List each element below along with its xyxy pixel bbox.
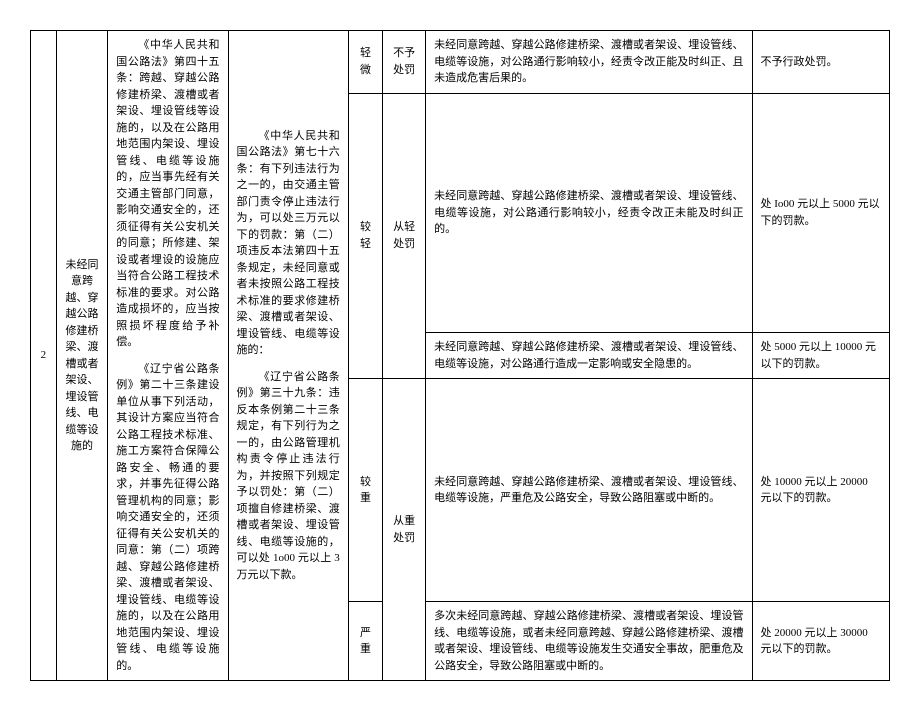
description: 未经同意跨越、穿越公路修建桥梁、渡槽或者架设、埋设管线、电缆等设施，对公路通行影… [426, 93, 752, 333]
penalty-direction: 从重处罚 [383, 379, 426, 681]
penalty-amount: 处 Io00 元以上 5000 元以下的罚款。 [752, 93, 889, 333]
severity-level: 严重 [348, 602, 382, 681]
description: 多次未经同意跨越、穿越公路修建桥梁、渡槽或者架设、埋设管线、电缆等设施，或者未经… [426, 602, 752, 681]
severity-level: 较轻 [348, 93, 382, 379]
law-paragraph-2: 《辽宁省公路条例》第三十九条：违反本条例第二十三条规定，有下列行为之一的，由公路… [237, 369, 340, 584]
penalty-amount: 处 10000 元以上 20000 元以下的罚款。 [752, 379, 889, 602]
basis-paragraph-2: 《辽宁省公路条例》第二十三条建设单位从事下列活动，其设计方案应当符合公路工程技术… [116, 361, 219, 675]
description: 未经同意跨越、穿越公路修建桥梁、渡槽或者架设、埋设管线、电缆等设施，对公路通行造… [426, 333, 752, 379]
penalty-direction: 从轻处罚 [383, 93, 426, 379]
regulation-table: 2 未经同意跨越、穿越公路修建桥梁、渡槽或者架设、埋设管线、电缆等设施的 《中华… [30, 30, 890, 681]
severity-level: 较重 [348, 379, 382, 602]
basis-paragraph-1: 《中华人民共和国公路法》第四十五条：跨越、穿越公路修建桥梁、渡槽或者架设、埋设管… [116, 37, 219, 351]
penalty-amount: 不予行政处罚。 [752, 31, 889, 94]
law-reference: 《中华人民共和国公路法》第七十六条：有下列违法行为之一的，由交通主管部门责令停止… [228, 31, 348, 681]
penalty-amount: 处 20000 元以上 30000 元以下的罚款。 [752, 602, 889, 681]
row-number: 2 [31, 31, 57, 681]
legal-basis: 《中华人民共和国公路法》第四十五条：跨越、穿越公路修建桥梁、渡槽或者架设、埋设管… [108, 31, 228, 681]
severity-level: 轻微 [348, 31, 382, 94]
penalty-direction: 不予处罚 [383, 31, 426, 94]
penalty-amount: 处 5000 元以上 10000 元以下的罚款。 [752, 333, 889, 379]
violation-title: 未经同意跨越、穿越公路修建桥梁、渡槽或者架设、埋设管线、电缆等设施的 [56, 31, 108, 681]
description: 未经同意跨越、穿越公路修建桥梁、渡槽或者架设、埋设管线、电缆等设施，对公路通行影… [426, 31, 752, 94]
description: 未经同意跨越、穿越公路修建桥梁、渡槽或者架设、埋设管线、电缆等设施，严重危及公路… [426, 379, 752, 602]
law-paragraph-1: 《中华人民共和国公路法》第七十六条：有下列违法行为之一的，由交通主管部门责令停止… [237, 128, 340, 359]
table-row: 2 未经同意跨越、穿越公路修建桥梁、渡槽或者架设、埋设管线、电缆等设施的 《中华… [31, 31, 890, 94]
